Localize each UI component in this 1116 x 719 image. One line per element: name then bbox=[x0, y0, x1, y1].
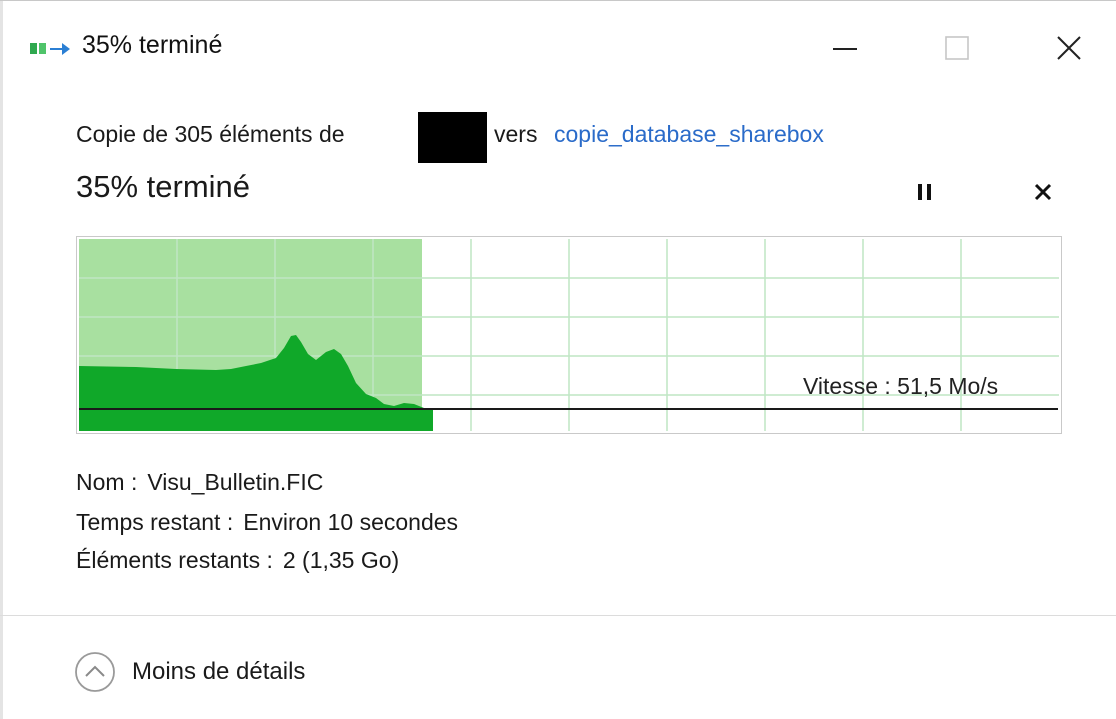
maximize-icon bbox=[945, 36, 969, 60]
maximize-button[interactable] bbox=[922, 21, 992, 75]
destination-link[interactable]: copie_database_sharebox bbox=[554, 121, 824, 148]
speed-label: Vitesse : 51,5 Mo/s bbox=[803, 373, 999, 399]
minimize-icon bbox=[833, 48, 857, 50]
copy-progress-window: 35% terminé Copie de 305 éléments de ver… bbox=[0, 0, 1116, 719]
detail-items-value: 2 (1,35 Go) bbox=[282, 547, 400, 573]
window-title: 35% terminé bbox=[82, 31, 223, 59]
cancel-icon bbox=[1034, 183, 1052, 201]
less-details-label: Moins de détails bbox=[132, 658, 306, 685]
detail-name-label: Nom : bbox=[76, 469, 138, 495]
detail-name-value: Visu_Bulletin.FIC bbox=[147, 469, 324, 495]
close-icon bbox=[1057, 36, 1081, 60]
chevron-up-icon bbox=[75, 652, 115, 692]
title-bar[interactable]: 35% terminé bbox=[0, 1, 1116, 93]
pause-button[interactable] bbox=[908, 175, 942, 209]
close-window-button[interactable] bbox=[1034, 21, 1104, 75]
detail-items-label: Éléments restants : bbox=[76, 547, 273, 573]
minimize-button[interactable] bbox=[810, 21, 880, 75]
detail-time-remaining: Temps restant : Environ 10 secondes bbox=[76, 509, 458, 536]
copy-progress-icon bbox=[30, 43, 70, 55]
pause-icon bbox=[918, 184, 931, 200]
progress-title: 35% terminé bbox=[76, 169, 251, 204]
window-left-edge bbox=[0, 1, 3, 719]
detail-name: Nom : Visu_Bulletin.FIC bbox=[76, 469, 323, 496]
detail-items-remaining: Éléments restants : 2 (1,35 Go) bbox=[76, 547, 399, 574]
less-details-button[interactable]: Moins de détails bbox=[74, 649, 305, 695]
detail-time-value: Environ 10 secondes bbox=[243, 509, 459, 535]
cancel-button[interactable] bbox=[1026, 175, 1060, 209]
speed-graph bbox=[76, 236, 1062, 434]
redacted-source bbox=[418, 112, 487, 163]
copy-description: Copie de 305 éléments de bbox=[76, 121, 345, 147]
footer-divider bbox=[0, 615, 1116, 616]
detail-time-label: Temps restant : bbox=[76, 509, 234, 535]
copy-vers-label: vers bbox=[494, 121, 538, 147]
